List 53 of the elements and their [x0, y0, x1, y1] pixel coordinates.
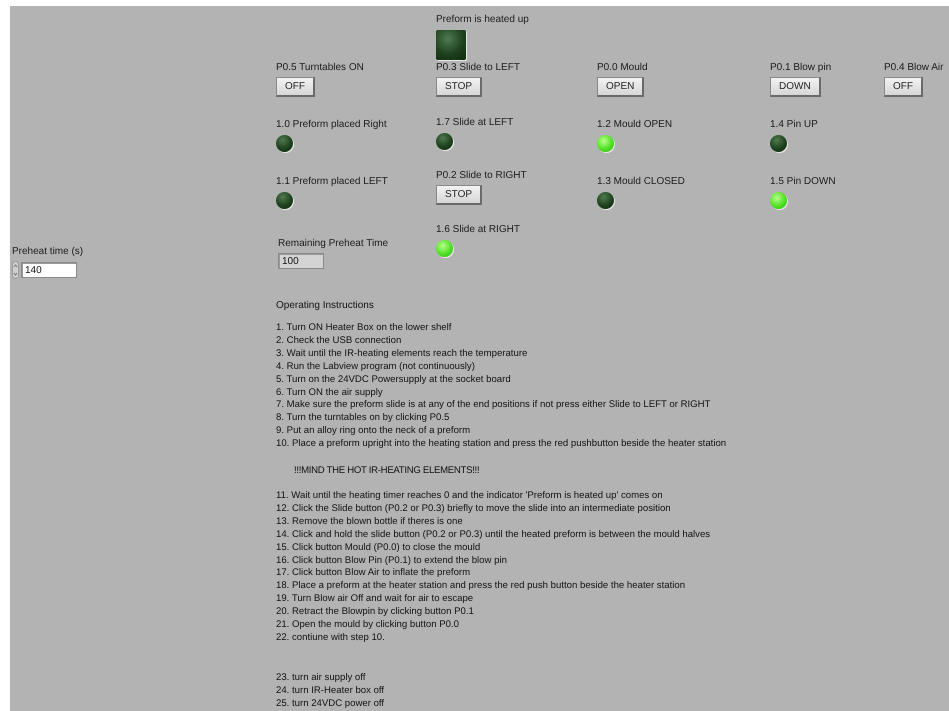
control-label: Remaining Preheat Time [278, 238, 388, 249]
instruction-step: 12. Click the Slide button (P0.2 or P0.3) briefly to move the slide into an intermediate position [276, 502, 726, 516]
control-label: 1.5 Pin DOWN [770, 176, 836, 187]
instructions-title: Operating Instructions [276, 300, 375, 311]
toggle-button[interactable]: OFF [276, 77, 315, 97]
spinner-icon[interactable] [12, 261, 19, 279]
instruction-step: 15. Click button Mould (P0.0) to close the mould [276, 542, 726, 554]
toggle-button[interactable]: STOP [436, 185, 482, 205]
instruction-step: 4. Run the Labview program (not continuously) [276, 360, 726, 374]
instruction-step: 13. Remove the blown bottle if theres is one [276, 516, 726, 529]
toggle-button[interactable]: OPEN [597, 77, 644, 97]
instruction-step: 18. Place a preform at the heater station and press the red push button beside the heater station [276, 580, 726, 594]
control-label: 1.0 Preform placed Right [276, 119, 387, 130]
toggle-button[interactable]: STOP [436, 77, 482, 97]
warning-text: !!!MIND THE HOT IR-HEATING ELEMENTS!!! [294, 465, 480, 478]
control-label: 1.6 Slide at RIGHT [436, 224, 520, 235]
toggle-button[interactable]: OFF [884, 77, 923, 97]
control-label: 1.3 Mould CLOSED [597, 176, 685, 187]
control-label: 1.1 Preform placed LEFT [276, 176, 388, 187]
control-label: P0.4 Blow Air [884, 62, 944, 73]
control-label: P0.1 Blow pin [770, 62, 832, 73]
control-label: P0.5 Turntables ON [276, 62, 364, 73]
control-label: 1.4 Pin UP [770, 119, 818, 130]
instruction-step: 21. Open the mould by clicking button P0.0 [276, 619, 726, 632]
instruction-step: 3. Wait until the IR-heating elements reach the temperature [276, 348, 726, 361]
instruction-step: 20. Retract the Blowpin by clicking button P0.1 [276, 606, 726, 620]
instruction-step: 7. Make sure the preform slide is at any of the end positions if not press either Slide to LEFT or RIGHT [276, 399, 726, 412]
instruction-step: 9. Put an alloy ring onto the neck of a preform [276, 425, 726, 438]
control-label: P0.2 Slide to RIGHT [436, 170, 527, 181]
instruction-step: 16. Click button Blow Pin (P0.1) to extend the blow pin [276, 554, 726, 568]
numeric-indicator: 100 [278, 253, 324, 269]
instruction-step: 14. Click and hold the slide button (P0.2 or P0.3) until the heated preform is between the mould halves [276, 528, 726, 542]
control-label: Preheat time (s) [12, 246, 84, 257]
control-label: 1.7 Slide at LEFT [436, 117, 514, 128]
instruction-step: 1. Turn ON Heater Box on the lower shelf [276, 322, 726, 335]
instruction-step: 10. Place a preform upright into the heating station and press the red pushbutton beside the heater station [276, 438, 726, 452]
instruction-step: 17. Click button Blow Air to inflate the preform [276, 567, 726, 580]
instruction-step: 2. Check the USB connection [276, 334, 726, 348]
toggle-button[interactable]: DOWN [770, 77, 821, 97]
instruction-step: 5. Turn on the 24VDC Powersupply at the socket board [276, 374, 726, 387]
instruction-step: 11. Wait until the heating timer reaches 0 and the indicator 'Preform is heated up' comes on [276, 490, 726, 503]
control-label: P0.3 Slide to LEFT [436, 62, 520, 73]
control-label: 1.2 Mould OPEN [597, 119, 672, 130]
instruction-step: 22. contiune with step 10. [276, 632, 726, 645]
control-label: Preform is heated up [436, 14, 529, 25]
instruction-step: 6. Turn ON the air supply [276, 386, 726, 400]
numeric-field[interactable]: 140 [21, 262, 77, 278]
instruction-step: 25. turn 24VDC power off [276, 698, 726, 711]
instruction-step: 23. turn air supply off [276, 672, 726, 685]
instruction-step: 8. Turn the turntables on by clicking P0.5 [276, 412, 726, 426]
control-label: P0.0 Mould [597, 62, 648, 73]
instruction-step: 24. turn IR-Heater box off [276, 684, 726, 698]
instruction-step: 19. Turn Blow air Off and wait for air to escape [276, 593, 726, 606]
